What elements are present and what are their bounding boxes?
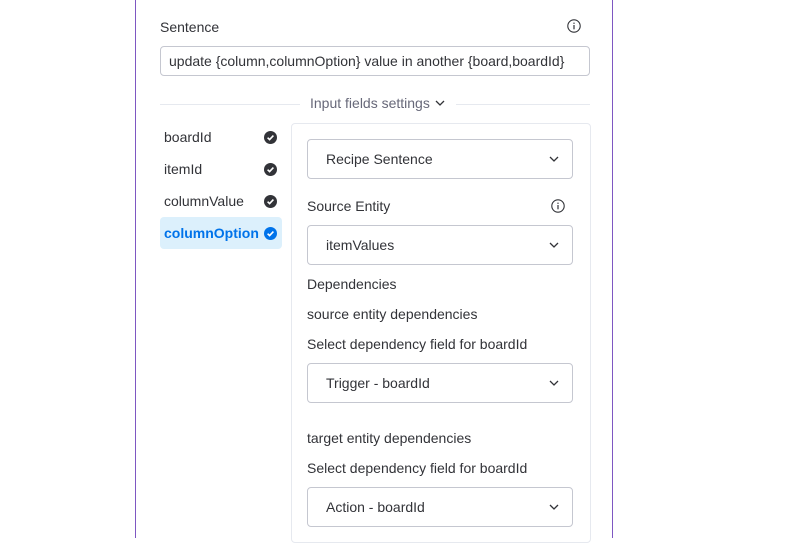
- recipe-editor-panel: Sentence update {column,columnOption} va…: [135, 0, 613, 543]
- check-circle-icon: [264, 162, 277, 176]
- chevron-down-icon: [549, 504, 559, 510]
- field-item-columnoption[interactable]: columnOption: [160, 217, 282, 249]
- source-entity-info-icon[interactable]: [551, 199, 565, 213]
- field-item-itemid[interactable]: itemId: [160, 153, 282, 185]
- source-dependencies-label: source entity dependencies: [307, 306, 478, 322]
- target-dependency-dropdown[interactable]: Action - boardId: [307, 487, 573, 527]
- field-item-label: columnOption: [164, 225, 259, 241]
- source-entity-label: Source Entity: [307, 198, 391, 214]
- sentence-info-icon[interactable]: [567, 19, 581, 33]
- source-entity-dropdown[interactable]: itemValues: [307, 225, 573, 265]
- check-circle-icon: [264, 130, 277, 144]
- recipe-type-dropdown[interactable]: Recipe Sentence: [307, 139, 573, 179]
- chevron-down-icon: [549, 242, 559, 248]
- target-dependency-value: Action - boardId: [326, 499, 425, 515]
- dependencies-label: Dependencies: [307, 276, 397, 292]
- input-fields-settings-toggle[interactable]: Input fields settings: [310, 95, 446, 111]
- input-fields-settings-label: Input fields settings: [310, 95, 430, 111]
- chevron-down-icon: [435, 100, 445, 106]
- field-item-label: columnValue: [164, 193, 244, 209]
- source-dependency-value: Trigger - boardId: [326, 375, 430, 391]
- field-item-boardid[interactable]: boardId: [160, 121, 282, 153]
- recipe-type-value: Recipe Sentence: [326, 151, 433, 167]
- source-dependency-dropdown[interactable]: Trigger - boardId: [307, 363, 573, 403]
- chevron-down-icon: [549, 380, 559, 386]
- check-circle-icon: [264, 226, 277, 240]
- chevron-down-icon: [549, 156, 559, 162]
- check-circle-icon: [264, 194, 277, 208]
- field-settings-box: Recipe Sentence Source Entity itemValues…: [291, 123, 591, 543]
- source-dependency-select-label: Select dependency field for boardId: [307, 336, 528, 352]
- input-field-list: boardId itemId columnValue columnOption: [160, 121, 282, 249]
- source-entity-value: itemValues: [326, 237, 395, 253]
- sentence-label: Sentence: [160, 19, 220, 35]
- field-item-columnvalue[interactable]: columnValue: [160, 185, 282, 217]
- target-dependency-select-label: Select dependency field for boardId: [307, 460, 528, 476]
- field-item-label: boardId: [164, 129, 212, 145]
- field-item-label: itemId: [164, 161, 203, 177]
- divider-right: [456, 104, 590, 105]
- sentence-input[interactable]: update {column,columnOption} value in an…: [160, 46, 590, 76]
- divider-left: [160, 104, 300, 105]
- target-dependencies-label: target entity dependencies: [307, 430, 472, 446]
